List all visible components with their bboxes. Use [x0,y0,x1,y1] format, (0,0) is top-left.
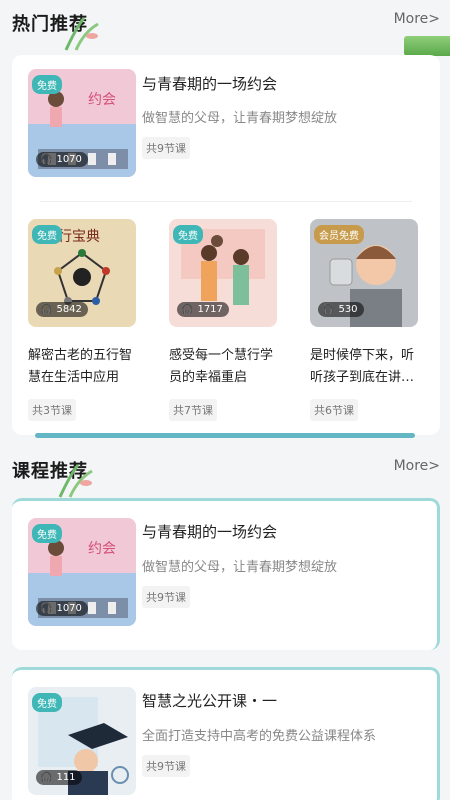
divider [40,201,412,202]
free-badge: 免费 [32,225,62,244]
listen-count: 🎧 1717 [177,302,229,317]
listen-count-value: 5842 [56,304,82,315]
listen-count-value: 1070 [56,603,82,614]
course-card-2[interactable]: 免费 🎧 111 智慧之光公开课・一 全面打造支持中高考的免费公益课程体系 共9… [12,667,440,800]
headphone-icon: 🎧 [40,603,53,614]
listen-count-value: 530 [338,304,358,315]
grid-title-2[interactable]: 感受每一个慧行学员的幸福重启 [169,345,279,389]
vip-free-badge: 会员免费 [314,225,364,244]
hot-card: 约会 免费 🎧 1070 与青春期的一场约会 做智慧的父母，让青春期梦想绽放 共… [12,55,440,435]
listen-count: 🎧 530 [318,302,364,317]
course-card-1[interactable]: 约会 免费 🎧 1070 与青春期的一场约会 做智慧的父母，让青春期梦想绽放 共… [12,498,440,650]
listen-count-value: 1717 [197,304,223,315]
headphone-icon: 🎧 [40,772,53,783]
course-subtitle-2: 全面打造支持中高考的免费公益课程体系 [142,729,377,744]
grid-thumbnail-2[interactable]: 免费 🎧 1717 [169,219,277,327]
listen-count: 🎧 1070 [36,601,88,616]
hot-section-header: 热门推荐 More> [0,0,450,51]
course-lesson-count-1: 共9节课 [142,586,190,608]
free-badge: 免费 [32,693,62,712]
svg-text:约会: 约会 [88,541,116,557]
featured-subtitle: 做智慧的父母，让青春期梦想绽放 [142,111,338,126]
featured-title[interactable]: 与青春期的一场约会 [142,73,277,94]
course-lesson-count-2: 共9节课 [142,755,190,777]
featured-thumbnail[interactable]: 约会 免费 🎧 1070 [28,69,136,177]
course-thumbnail-1[interactable]: 约会 免费 🎧 1070 [28,518,136,626]
card-accent-bar [35,433,415,438]
plant-decoration-icon [58,464,93,498]
listen-count-value: 111 [56,772,76,783]
grid-thumbnail-1[interactable]: 行宝典 免费 🎧 5842 [28,219,136,327]
art-text: 行宝典 [58,229,100,245]
hot-more-link[interactable]: More> [394,11,440,27]
course-subtitle-1: 做智慧的父母，让青春期梦想绽放 [142,560,338,575]
free-badge: 免费 [32,524,62,543]
listen-count: 🎧 5842 [36,302,88,317]
headphone-icon: 🎧 [181,304,194,315]
featured-lesson-count: 共9节课 [142,137,190,159]
free-badge: 免费 [173,225,203,244]
listen-count-value: 1070 [56,154,82,165]
listen-count: 🎧 111 [36,770,82,785]
course-thumbnail-2[interactable]: 免费 🎧 111 [28,687,136,795]
course-title-2[interactable]: 智慧之光公开课・一 [142,690,277,711]
grid-lesson-count-2: 共7节课 [169,399,217,421]
listen-count: 🎧 1070 [36,152,88,167]
course-section-header: 课程推荐 More> [0,447,450,498]
plant-decoration-icon [64,17,99,51]
grid-thumbnail-3[interactable]: 会员免费 🎧 530 [310,219,418,327]
free-badge: 免费 [32,75,62,94]
book-decoration-icon [404,36,450,56]
headphone-icon: 🎧 [322,304,335,315]
grid-title-3[interactable]: 是时候停下来，听听孩子到底在讲… [310,345,420,389]
grid-lesson-count-3: 共6节课 [310,399,358,421]
course-more-link[interactable]: More> [394,458,440,474]
svg-text:约会: 约会 [88,92,116,108]
headphone-icon: 🎧 [40,154,53,165]
course-title-1[interactable]: 与青春期的一场约会 [142,521,277,542]
grid-title-1[interactable]: 解密古老的五行智慧在生活中应用 [28,345,138,389]
headphone-icon: 🎧 [40,304,53,315]
grid-lesson-count-1: 共3节课 [28,399,76,421]
